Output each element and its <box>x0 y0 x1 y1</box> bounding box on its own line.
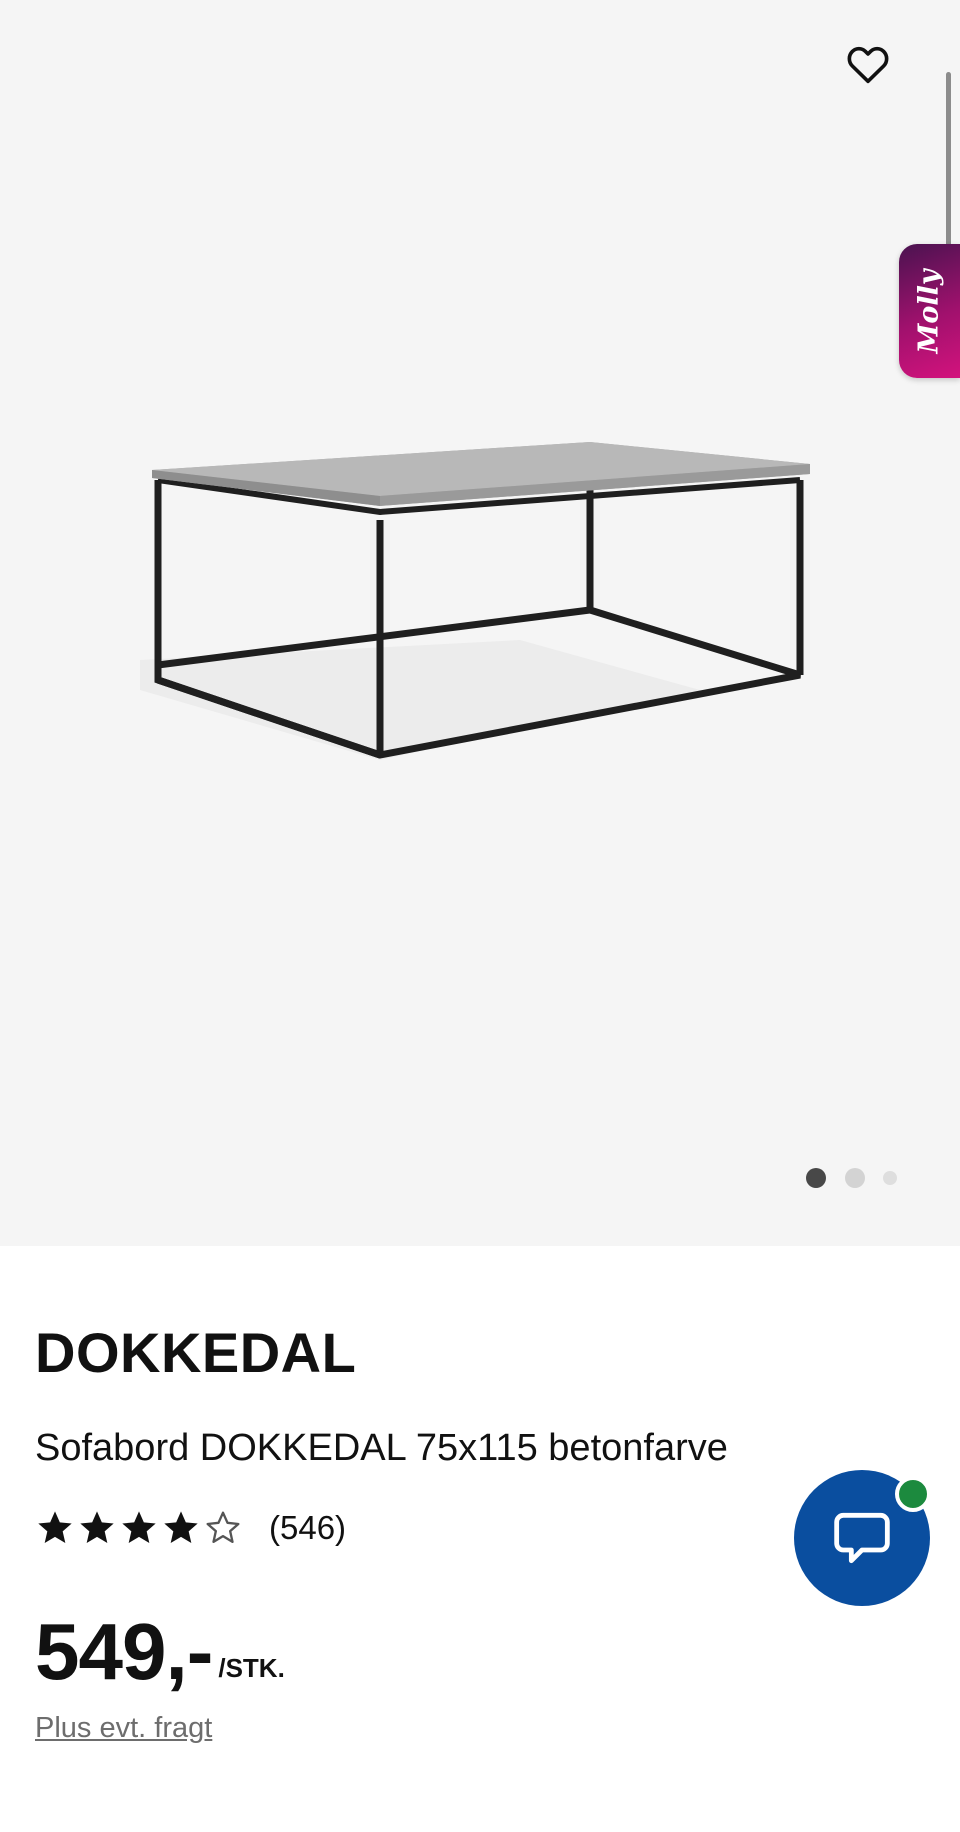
star-filled-icon <box>122 1511 156 1543</box>
product-rating[interactable]: (546) <box>35 1506 346 1550</box>
molly-tab-label: Molly <box>914 268 946 354</box>
heart-outline-icon <box>847 46 889 84</box>
product-price: 549,- /STK. <box>35 1602 285 1692</box>
add-to-favorites-button[interactable] <box>842 38 894 90</box>
star-filled-icon <box>164 1511 198 1543</box>
carousel-dot-3[interactable] <box>883 1171 897 1185</box>
star-filled-icon <box>80 1511 114 1543</box>
shipping-info-link[interactable]: Plus evt. fragt <box>35 1712 212 1745</box>
carousel-pagination <box>806 1166 897 1190</box>
carousel-dot-1-active[interactable] <box>806 1168 826 1188</box>
carousel-dot-2[interactable] <box>845 1168 865 1188</box>
chat-online-status-indicator <box>895 1476 931 1512</box>
price-value: 549,- <box>35 1607 213 1696</box>
price-unit: /STK. <box>218 1653 285 1683</box>
product-image-gallery[interactable]: Molly <box>0 0 960 1246</box>
star-outline-icon <box>206 1511 240 1543</box>
speech-bubble-icon <box>834 1512 890 1564</box>
product-image-coffee-table <box>140 442 810 760</box>
review-count: (546) <box>269 1509 347 1546</box>
product-title: DOKKEDAL <box>35 1321 357 1384</box>
rating-stars <box>35 1508 245 1548</box>
product-description: Sofabord DOKKEDAL 75x115 betonfarve <box>35 1427 728 1469</box>
molly-chat-tab[interactable]: Molly <box>899 244 960 378</box>
product-page: Molly DOKKEDAL Sofabord DOKKEDAL 75x115 … <box>0 0 960 1832</box>
star-filled-icon <box>38 1511 72 1543</box>
